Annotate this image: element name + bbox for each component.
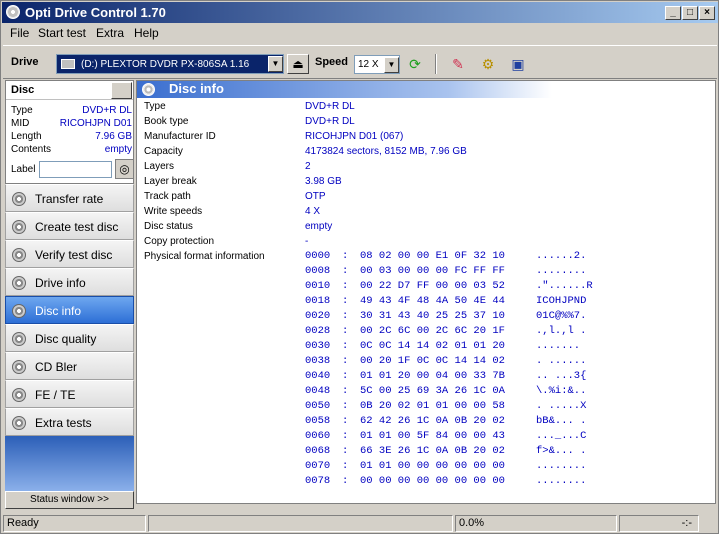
drive-label: Drive	[11, 56, 39, 68]
drive-value: (D:) PLEXTOR DVDR PX-806SA 1.16	[81, 59, 250, 70]
content-header: Disc info	[137, 81, 552, 98]
hex-row: 0060:01 01 00 5F 84 00 00 43 ..._...C	[305, 430, 587, 442]
info-row: Track path OTP	[144, 191, 326, 202]
time-panel: -:-	[619, 515, 699, 532]
hex-row: 0068:66 3E 26 1C 0A 0B 20 02 f>&... .	[305, 445, 587, 457]
disc-row: Length 7.96 GB	[11, 131, 132, 142]
speed-label: Speed	[315, 56, 349, 68]
info-row: Copy protection -	[144, 236, 309, 247]
disc-app-icon	[6, 5, 20, 19]
menu-start-test[interactable]: Start test	[38, 26, 86, 40]
save-button[interactable]: ▣	[507, 54, 529, 74]
disc-icon	[142, 83, 155, 96]
eraser-button[interactable]: ✎	[447, 54, 469, 74]
speed-select[interactable]: 12 X ▼	[354, 55, 400, 74]
label-disc-button[interactable]: ◎	[115, 159, 134, 179]
hex-row: 0010:00 22 D7 FF 00 00 03 52 ."......R	[305, 280, 593, 292]
nav-extra-tests[interactable]: Extra tests	[5, 408, 134, 436]
disc-icon	[12, 220, 26, 234]
drive-icon	[61, 59, 75, 69]
disc-icon	[12, 332, 26, 346]
refresh-button[interactable]: ⟳	[404, 54, 426, 74]
disc-header: Disc	[6, 81, 133, 100]
disc-row: Type DVD+R DL	[11, 105, 132, 116]
nav-background-panel	[5, 436, 134, 491]
disc-icon	[12, 192, 26, 206]
maximize-button[interactable]: □	[682, 6, 698, 20]
settings-button[interactable]: ⚙	[477, 54, 499, 74]
disc-icon	[12, 416, 26, 430]
disc-icon	[12, 360, 26, 374]
hex-row: 0020:30 31 43 40 25 25 37 10 01C@%%7.	[305, 310, 587, 322]
disc-summary: Disc Type DVD+R DL MID RICOHJPN D01 Leng…	[5, 80, 134, 184]
nav-cd-bler[interactable]: CD Bler	[5, 352, 134, 380]
nav-disc-quality[interactable]: Disc quality	[5, 324, 134, 352]
close-button[interactable]: ×	[699, 6, 715, 20]
title-bar: Opti Drive Control 1.70 _ □ ×	[2, 2, 718, 23]
info-row: Disc status empty	[144, 221, 333, 232]
eject-button[interactable]: ⏏	[287, 54, 309, 74]
hex-row: 0070:01 01 00 00 00 00 00 00........	[305, 460, 587, 472]
chevron-down-icon[interactable]: ▼	[384, 57, 399, 73]
nav-drive-info[interactable]: Drive info	[5, 268, 134, 296]
disc-header-title: Disc	[11, 84, 35, 96]
menu-file[interactable]: File	[10, 26, 29, 40]
hex-row: 0018:49 43 4F 48 4A 50 4E 44 ICOHJPND	[305, 295, 587, 307]
disc-row: MID RICOHJPN D01	[11, 118, 132, 129]
status-text-panel: Ready	[3, 515, 146, 532]
disc-info-panel: Disc info Type DVD+R DL Book type DVD+R DL…	[136, 80, 716, 504]
disc-icon	[12, 276, 26, 290]
minimize-button[interactable]: _	[665, 6, 681, 20]
label-caption: Label	[11, 164, 36, 175]
menu-extra[interactable]: Extra	[96, 26, 124, 40]
status-window-button[interactable]: Status window >>	[5, 491, 134, 509]
info-row: Write speeds 4 X	[144, 206, 321, 217]
drive-select[interactable]: (D:) PLEXTOR DVDR PX-806SA 1.16 ▼	[56, 54, 284, 74]
disc-icon	[12, 304, 26, 318]
disc-row: Contents empty	[11, 144, 132, 155]
nav-transfer-rate[interactable]: Transfer rate	[5, 184, 134, 212]
disc-collapse-button[interactable]	[111, 82, 132, 99]
hex-row: 0008:00 03 00 00 00 FC FF FF........	[305, 265, 587, 277]
label-row: Label ◎	[11, 159, 134, 179]
application-window: Opti Drive Control 1.70 _ □ × File Start…	[0, 0, 719, 534]
info-row: Layers 2	[144, 161, 311, 172]
left-panel: Disc Type DVD+R DL MID RICOHJPN D01 Leng…	[5, 80, 134, 510]
info-row: Manufacturer ID RICOHJPN D01 (067)	[144, 131, 404, 142]
hex-row: 0040:01 01 20 00 04 00 33 7B.. ...3{	[305, 370, 587, 382]
info-row: Book type DVD+R DL	[144, 116, 355, 127]
status-bar: Ready 0.0% -:-	[3, 514, 718, 533]
nav-fe-te[interactable]: FE / TE	[5, 380, 134, 408]
info-row: Capacity 4173824 sectors, 8152 MB, 7.96 G…	[144, 146, 467, 157]
window-title: Opti Drive Control 1.70	[25, 5, 166, 20]
content-title: Disc info	[169, 81, 224, 96]
menu-bar: File Start test Extra Help	[3, 24, 717, 42]
hex-row: 0000:08 02 00 00 E1 0F 32 10 ......2.	[305, 250, 587, 262]
info-row: Layer break 3.98 GB	[144, 176, 342, 187]
progress-bar	[148, 515, 453, 532]
progress-percent-panel: 0.0%	[455, 515, 617, 532]
disc-icon	[12, 388, 26, 402]
hex-row: 0078:00 00 00 00 00 00 00 00........	[305, 475, 587, 487]
chevron-down-icon[interactable]: ▼	[268, 56, 283, 72]
hex-row: 0058:62 42 26 1C 0A 0B 20 02 bB&... .	[305, 415, 587, 427]
speed-value: 12 X	[358, 59, 379, 70]
hex-row: 0030:0C 0C 14 14 02 01 01 20.......	[305, 340, 587, 352]
label-input[interactable]	[39, 161, 112, 178]
disc-icon	[12, 248, 26, 262]
nav-verify-test-disc[interactable]: Verify test disc	[5, 240, 134, 268]
menu-help[interactable]: Help	[134, 26, 159, 40]
nav-create-test-disc[interactable]: Create test disc	[5, 212, 134, 240]
nav-disc-info[interactable]: Disc info	[5, 296, 134, 324]
toolbar: Drive (D:) PLEXTOR DVDR PX-806SA 1.16 ▼ …	[3, 45, 717, 79]
hex-row: 0038:00 20 1F 0C 0C 14 14 02. ......	[305, 355, 587, 367]
toolbar-separator	[435, 54, 437, 74]
hex-row: 0028:00 2C 6C 00 2C 6C 20 1F .,l.,l .	[305, 325, 587, 337]
hex-row: 0048:5C 00 25 69 3A 26 1C 0A \.%i:&..	[305, 385, 587, 397]
hex-row: 0050:0B 20 02 01 01 00 00 58. .....X	[305, 400, 587, 412]
info-row: Type DVD+R DL	[144, 101, 355, 112]
